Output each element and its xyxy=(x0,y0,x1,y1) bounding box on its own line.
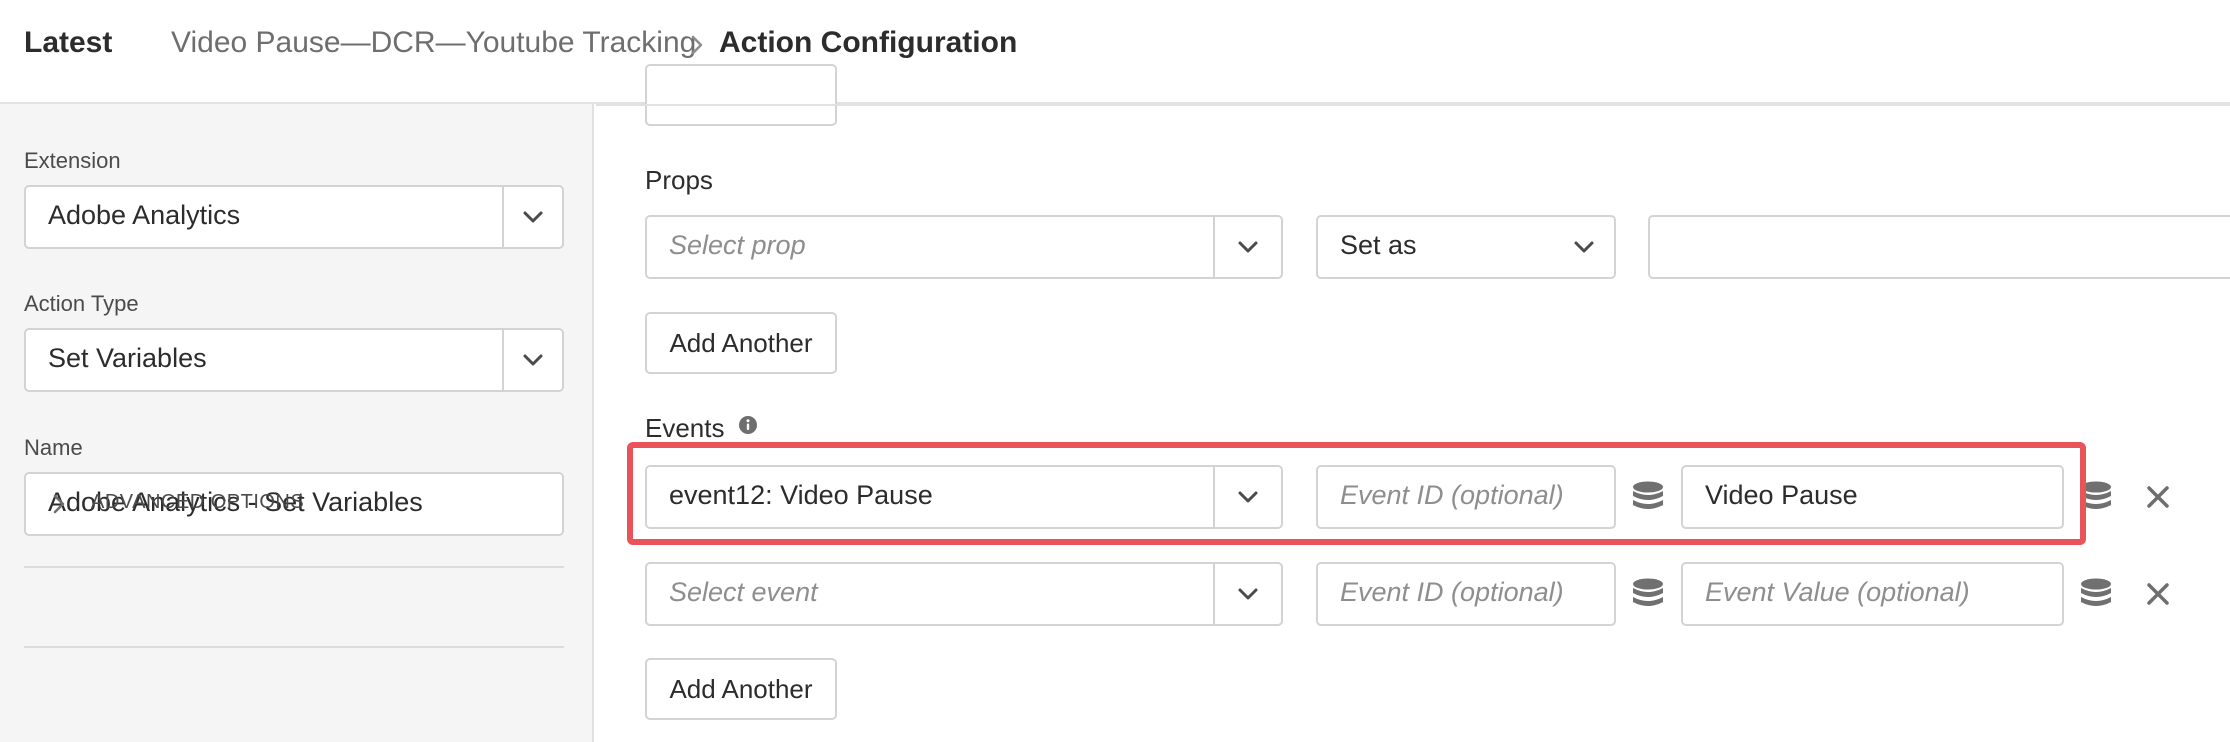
chevron-down-icon xyxy=(523,354,543,366)
event-id-placeholder: Event ID (optional) xyxy=(1340,480,1564,510)
action-type-dropdown-button[interactable] xyxy=(504,330,562,390)
props-add-another-button[interactable]: Add Another xyxy=(645,312,837,374)
action-type-value: Set Variables xyxy=(48,343,207,373)
events-add-another-button[interactable]: Add Another xyxy=(645,658,837,720)
event-value: Video Pause xyxy=(1705,480,1858,510)
set-as-dropdown-button[interactable] xyxy=(1554,217,1614,277)
advanced-options-toggle[interactable]: ADVANCED OPTIONS xyxy=(91,491,304,514)
event-id-input[interactable]: Event ID (optional) xyxy=(1316,562,1616,626)
breadcrumb-chevron-icon xyxy=(690,34,704,61)
divider xyxy=(24,566,564,568)
props-section-title: Props xyxy=(645,165,713,195)
event-dropdown-button[interactable] xyxy=(1215,564,1281,624)
event-value-placeholder: Event Value (optional) xyxy=(1705,577,1970,607)
event-select-value: event12: Video Pause xyxy=(669,480,933,510)
breadcrumb-rule-name[interactable]: Video Pause—DCR—Youtube Tracking xyxy=(171,26,696,60)
events-section-title: Events xyxy=(645,413,725,443)
chevron-down-icon xyxy=(1238,588,1258,600)
set-as-value: Set as xyxy=(1340,230,1417,260)
latest-label[interactable]: Latest xyxy=(24,26,112,60)
chevron-right-icon[interactable] xyxy=(52,493,66,520)
chevron-down-icon xyxy=(1238,241,1258,253)
chevron-down-icon xyxy=(1238,491,1258,503)
event-id-input[interactable]: Event ID (optional) xyxy=(1316,465,1616,529)
divider xyxy=(24,646,564,648)
prop-select[interactable]: Select prop xyxy=(645,215,1283,279)
chevron-down-icon xyxy=(523,211,543,223)
top-header: Latest Video Pause—DCR—Youtube Tracking … xyxy=(0,0,2230,104)
remove-event-close-icon[interactable] xyxy=(2145,484,2171,515)
header-border xyxy=(596,104,2230,106)
prop-value-input[interactable] xyxy=(1648,215,2230,279)
prop-dropdown-button[interactable] xyxy=(1215,217,1281,277)
remove-event-close-icon[interactable] xyxy=(2145,581,2171,612)
info-icon[interactable] xyxy=(738,415,758,440)
event-select[interactable]: event12: Video Pause xyxy=(645,465,1283,529)
event-value-input[interactable]: Video Pause xyxy=(1681,465,2064,529)
extension-label: Extension xyxy=(24,148,121,173)
data-element-icon[interactable] xyxy=(2078,479,2114,520)
event-value-input[interactable]: Event Value (optional) xyxy=(1681,562,2064,626)
event-dropdown-button[interactable] xyxy=(1215,467,1281,527)
extension-value: Adobe Analytics xyxy=(48,200,241,230)
event-select[interactable]: Select event xyxy=(645,562,1283,626)
name-label: Name xyxy=(24,435,83,460)
add-another-button-clipped[interactable] xyxy=(645,64,837,126)
extension-dropdown-button[interactable] xyxy=(504,187,562,247)
set-as-select[interactable]: Set as xyxy=(1316,215,1616,279)
action-type-select[interactable]: Set Variables xyxy=(24,328,564,392)
event-id-placeholder: Event ID (optional) xyxy=(1340,577,1564,607)
breadcrumb-current-page: Action Configuration xyxy=(719,26,1018,59)
data-element-icon[interactable] xyxy=(2078,576,2114,617)
event-select-placeholder: Select event xyxy=(669,577,818,607)
data-element-icon[interactable] xyxy=(1630,479,1666,520)
data-element-icon[interactable] xyxy=(1630,576,1666,617)
action-type-label: Action Type xyxy=(24,291,139,316)
extension-select[interactable]: Adobe Analytics xyxy=(24,185,564,249)
prop-select-placeholder: Select prop xyxy=(669,230,806,260)
chevron-down-icon xyxy=(1574,241,1594,253)
